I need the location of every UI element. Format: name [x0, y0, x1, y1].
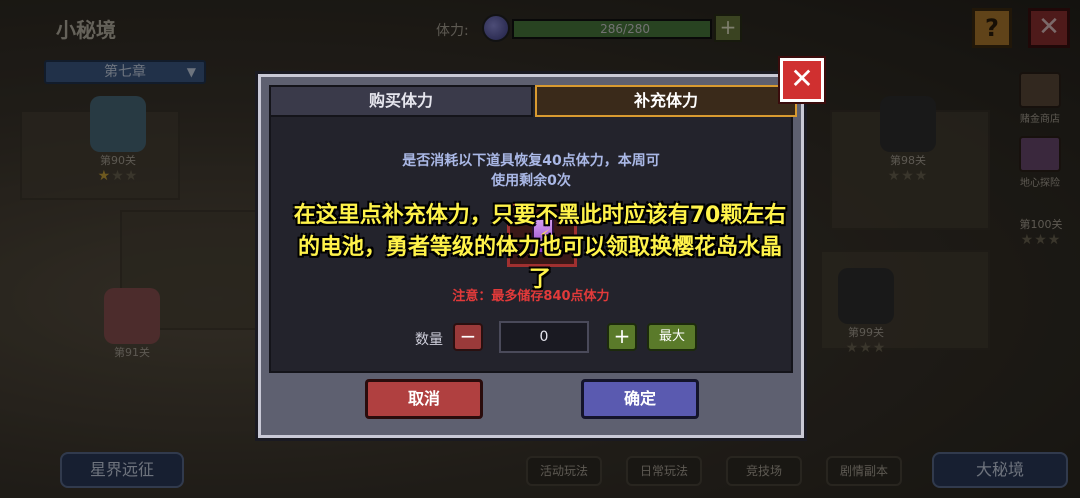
description-line-1: 是否消耗以下道具恢复40点体力，本周可 [402, 153, 660, 169]
video-caption: 在这里点补充体力，只要不黑此时应该有70颗左右 的电池，勇者等级的体力也可以领取… [230, 200, 850, 296]
dialog-description: 是否消耗以下道具恢复40点体力，本周可 使用剩余0次 [271, 151, 791, 191]
tab-refill-stamina[interactable]: 补充体力 [535, 85, 797, 117]
tab-buy-stamina[interactable]: 购买体力 [269, 85, 533, 117]
caption-line-2: 的电池，勇者等级的体力也可以领取换樱花岛水晶 [297, 235, 782, 260]
dialog-close-icon[interactable]: ✕ [780, 58, 824, 102]
max-button[interactable]: 最大 [647, 323, 697, 351]
caption-line-1: 在这里点补充体力，只要不黑此时应该有70颗左右 [293, 203, 787, 228]
quantity-input[interactable]: 0 [499, 321, 589, 353]
decrease-button[interactable]: − [453, 323, 483, 351]
cancel-button[interactable]: 取消 [365, 379, 483, 419]
quantity-label: 数量 [415, 332, 443, 348]
confirm-button[interactable]: 确定 [581, 379, 699, 419]
description-line-2: 使用剩余0次 [491, 173, 571, 189]
increase-button[interactable]: + [607, 323, 637, 351]
caption-line-3: 了 [528, 267, 551, 292]
